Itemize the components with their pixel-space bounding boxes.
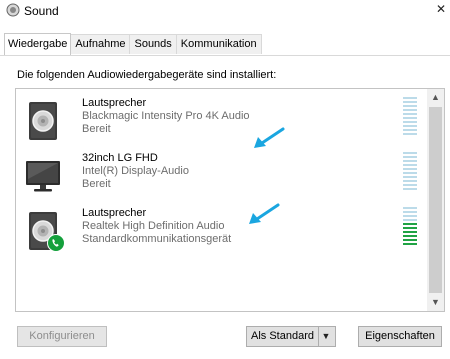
tab-bar: Wiedergabe Aufnahme Sounds Kommunikation — [4, 33, 262, 55]
configure-button[interactable]: Konfigurieren — [17, 326, 107, 347]
device-status: Standardkommunikationsgerät — [82, 233, 232, 245]
meter-segment — [403, 117, 417, 119]
meter-segment — [403, 113, 417, 115]
meter-segment — [403, 152, 417, 154]
device-name: Lautsprecher — [82, 97, 147, 109]
meter-segment — [403, 180, 417, 182]
device-name: 32inch LG FHD — [82, 152, 158, 164]
meter-segment — [403, 156, 417, 158]
annotation-arrow-icon — [254, 127, 285, 148]
meter-segment — [403, 125, 417, 127]
tab-aufnahme[interactable]: Aufnahme — [70, 34, 131, 54]
set-default-button[interactable]: Als Standard — [247, 327, 319, 346]
device-status: Bereit — [82, 123, 111, 135]
chevron-down-icon[interactable]: ▼ — [319, 327, 333, 346]
scroll-thumb[interactable] — [429, 107, 442, 293]
tab-sounds[interactable]: Sounds — [129, 34, 177, 54]
device-name: Lautsprecher — [82, 207, 147, 219]
speaker-app-icon — [6, 3, 20, 17]
tab-panel-border — [0, 55, 450, 56]
device-description: Blackmagic Intensity Pro 4K Audio — [82, 110, 250, 122]
volume-meter — [403, 97, 417, 136]
phone-icon — [47, 234, 65, 252]
meter-segment — [403, 219, 417, 221]
speaker-icon — [29, 102, 57, 140]
meter-segment — [403, 223, 417, 225]
tab-wiedergabe[interactable]: Wiedergabe — [4, 33, 72, 55]
meter-segment — [403, 160, 417, 162]
device-item-realtek[interactable]: Lautsprecher Realtek High Definition Aud… — [22, 207, 402, 255]
scroll-up-icon[interactable]: ▲ — [427, 89, 444, 106]
meter-segment — [403, 109, 417, 111]
meter-segment — [403, 101, 417, 103]
device-description: Intel(R) Display-Audio — [82, 165, 189, 177]
meter-segment — [403, 211, 417, 213]
title-bar: Sound ✕ — [0, 0, 450, 22]
meter-segment — [403, 239, 417, 241]
meter-segment — [403, 129, 417, 131]
annotation-arrow-icon — [249, 203, 280, 224]
vertical-scrollbar[interactable]: ▲ ▼ — [427, 89, 444, 311]
meter-segment — [403, 105, 417, 107]
set-default-split-button[interactable]: Als Standard ▼ — [246, 326, 336, 347]
meter-segment — [403, 243, 417, 245]
meter-segment — [403, 172, 417, 174]
meter-segment — [403, 227, 417, 229]
window-title: Sound — [24, 4, 59, 18]
meter-segment — [403, 188, 417, 190]
meter-segment — [403, 235, 417, 237]
meter-segment — [403, 97, 417, 99]
volume-meter — [403, 207, 417, 246]
instruction-label: Die folgenden Audiowiedergabegeräte sind… — [17, 69, 277, 81]
meter-segment — [403, 184, 417, 186]
meter-segment — [403, 231, 417, 233]
volume-meter — [403, 152, 417, 191]
device-status: Bereit — [82, 178, 111, 190]
meter-segment — [403, 133, 417, 135]
meter-segment — [403, 168, 417, 170]
meter-segment — [403, 176, 417, 178]
properties-button[interactable]: Eigenschaften — [358, 326, 442, 347]
close-icon[interactable]: ✕ — [436, 2, 446, 16]
scroll-down-icon[interactable]: ▼ — [427, 294, 444, 311]
monitor-icon — [26, 161, 60, 192]
device-item-blackmagic[interactable]: Lautsprecher Blackmagic Intensity Pro 4K… — [22, 97, 402, 145]
tab-kommunikation[interactable]: Kommunikation — [175, 34, 262, 54]
device-item-lg-monitor[interactable]: 32inch LG FHD Intel(R) Display-Audio Ber… — [22, 152, 402, 200]
device-description: Realtek High Definition Audio — [82, 220, 225, 232]
device-list[interactable]: Lautsprecher Blackmagic Intensity Pro 4K… — [15, 88, 445, 312]
meter-segment — [403, 207, 417, 209]
meter-segment — [403, 164, 417, 166]
meter-segment — [403, 215, 417, 217]
meter-segment — [403, 121, 417, 123]
